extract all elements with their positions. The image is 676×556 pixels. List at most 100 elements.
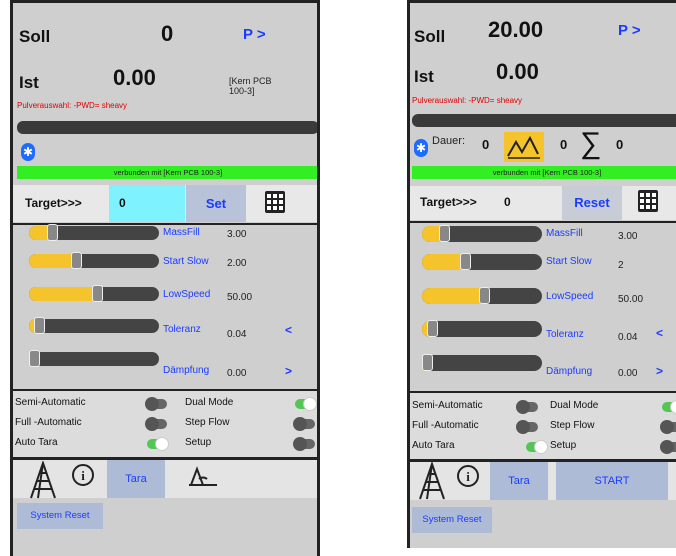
dauer-value: 0 (482, 137, 490, 152)
chart-icon[interactable] (504, 132, 544, 162)
daempfung-label: Dämpfung (163, 365, 210, 376)
system-reset-button[interactable]: System Reset (412, 507, 492, 533)
ist-label: Ist (19, 73, 39, 92)
full-automatic-toggle[interactable] (516, 420, 538, 434)
semi-automatic-toggle[interactable] (145, 397, 167, 411)
massfill-value: 3.00 (227, 229, 247, 240)
keypad-icon[interactable] (638, 190, 658, 212)
divider (410, 221, 676, 223)
count-value: 0 (560, 137, 568, 152)
ladder-icon[interactable] (29, 461, 57, 499)
slider-thumb[interactable] (29, 350, 40, 367)
progress-bar (412, 114, 676, 127)
start-slow-slider[interactable] (422, 253, 542, 270)
massfill-value: 3.00 (618, 231, 638, 242)
bluetooth-icon[interactable]: ✱ (21, 143, 35, 161)
keypad-icon[interactable] (265, 191, 285, 213)
slider-thumb[interactable] (70, 252, 82, 269)
toleranz-slider[interactable] (29, 317, 159, 334)
ladder-icon[interactable] (418, 462, 446, 500)
step-flow-label: Step Flow (185, 417, 230, 428)
slider-thumb[interactable] (91, 285, 103, 302)
massfill-label: MassFill (546, 228, 583, 239)
slider-thumb[interactable] (426, 320, 438, 337)
step-flow-toggle[interactable] (660, 420, 676, 434)
target-label: Target>>> (25, 196, 82, 210)
step-flow-toggle[interactable] (293, 417, 315, 431)
toleranz-label: Toleranz (546, 329, 584, 340)
screen-2: Soll 20.00 P > Ist 0.00 Pulverauswahl: -… (407, 0, 676, 548)
scale-model-label: [Kern PCB 100-3] (229, 76, 272, 96)
increase-button[interactable]: > (656, 364, 663, 378)
info-icon[interactable]: i (456, 464, 480, 488)
info-icon[interactable]: i (71, 463, 95, 487)
semi-automatic-label: Semi-Automatic (412, 400, 483, 411)
daempfung-value: 0.00 (618, 368, 638, 379)
set-button[interactable]: Set (186, 185, 246, 222)
target-label: Target>>> (420, 195, 477, 209)
massfill-slider[interactable] (422, 225, 542, 242)
dual-mode-label: Dual Mode (185, 397, 234, 408)
connection-status: verbunden mit [Kern PCB 100-3] (17, 166, 317, 179)
slider-thumb[interactable] (422, 354, 433, 371)
auto-tara-toggle[interactable] (526, 440, 548, 454)
decrease-button[interactable]: < (656, 326, 663, 340)
dual-mode-label: Dual Mode (550, 400, 599, 411)
start-slow-label: Start Slow (546, 256, 592, 267)
semi-automatic-toggle[interactable] (516, 400, 538, 414)
slider-thumb[interactable] (34, 317, 46, 334)
target-value: 0 (119, 196, 126, 210)
setup-label: Setup (185, 437, 212, 448)
sum-value: 0 (616, 137, 624, 152)
setup-label: Setup (550, 440, 577, 451)
bluetooth-icon[interactable]: ✱ (414, 139, 428, 157)
powder-selection-text: Pulverauswahl: -PWD= sheavy (412, 96, 523, 105)
divider (13, 223, 317, 225)
auto-tara-label: Auto Tara (15, 437, 58, 448)
tara-tab[interactable]: Tara (490, 462, 548, 500)
progress-bar (17, 121, 317, 134)
powder-selection-text: Pulverauswahl: -PWD= sheavy (17, 101, 128, 110)
slider-thumb[interactable] (438, 225, 450, 242)
full-automatic-label: Full -Automatic (15, 417, 82, 428)
scale-icon[interactable] (187, 465, 219, 487)
start-button[interactable]: START (556, 462, 668, 500)
p-link[interactable]: P > (618, 22, 641, 39)
daempfung-value: 0.00 (227, 368, 247, 379)
dual-mode-toggle[interactable] (662, 400, 676, 414)
massfill-slider[interactable] (29, 224, 159, 241)
increase-button[interactable]: > (285, 364, 292, 378)
daempfung-slider[interactable] (29, 350, 159, 367)
slider-thumb[interactable] (479, 287, 491, 304)
p-link[interactable]: P > (243, 26, 266, 43)
tara-tab[interactable]: Tara (107, 460, 165, 498)
start-slow-value: 2.00 (227, 258, 247, 269)
slider-thumb[interactable] (47, 224, 59, 241)
setup-toggle[interactable] (293, 437, 315, 451)
reset-button[interactable]: Reset (562, 186, 622, 220)
soll-value: 20.00 (488, 17, 544, 42)
start-slow-value: 2 (618, 260, 624, 271)
lowspeed-slider[interactable] (29, 285, 159, 302)
setup-toggle[interactable] (660, 440, 676, 454)
toleranz-value: 0.04 (618, 332, 638, 343)
toleranz-slider[interactable] (422, 320, 542, 337)
auto-tara-toggle[interactable] (147, 437, 169, 451)
dual-mode-toggle[interactable] (295, 397, 317, 411)
decrease-button[interactable]: < (285, 323, 292, 337)
target-input[interactable]: 0 (109, 185, 185, 222)
step-flow-label: Step Flow (550, 420, 595, 431)
target-value: 0 (504, 195, 511, 209)
semi-automatic-label: Semi-Automatic (15, 397, 86, 408)
lowspeed-slider[interactable] (422, 287, 542, 304)
daempfung-slider[interactable] (422, 354, 542, 371)
ist-label: Ist (414, 67, 434, 86)
full-automatic-toggle[interactable] (145, 417, 167, 431)
toleranz-value: 0.04 (227, 329, 247, 340)
toleranz-label: Toleranz (163, 324, 201, 335)
ist-value: 0.00 (496, 59, 539, 84)
ist-value: 0.00 (113, 65, 156, 90)
system-reset-button[interactable]: System Reset (17, 503, 103, 529)
start-slow-slider[interactable] (29, 252, 159, 269)
slider-thumb[interactable] (460, 253, 472, 270)
